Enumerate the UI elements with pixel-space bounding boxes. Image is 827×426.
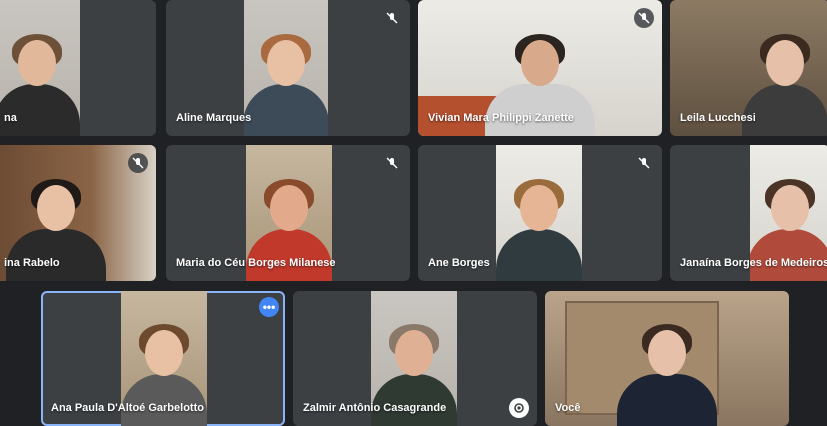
participant-video	[545, 291, 789, 426]
participant-tile-pinned[interactable]: ••• Ana Paula D'Altoé Garbelotto	[41, 291, 285, 426]
participant-name: Você	[555, 402, 581, 414]
participant-name: Ane Borges	[428, 257, 490, 269]
participant-name: Janaína Borges de Medeiros	[680, 257, 827, 269]
participant-figure	[496, 179, 582, 281]
mic-off-icon	[382, 8, 402, 28]
participant-tile[interactable]: Maria do Céu Borges Milanese	[166, 145, 410, 281]
mic-off-icon	[128, 153, 148, 173]
participant-figure	[617, 324, 717, 426]
speaking-indicator-icon	[509, 398, 529, 418]
participant-name: Zalmir Antônio Casagrande	[303, 402, 447, 414]
participant-name: Vivian Mara Philippi Zanette	[428, 112, 574, 124]
participant-tile[interactable]: Leila Lucchesi	[670, 0, 827, 136]
participant-tile[interactable]: Ane Borges	[418, 145, 662, 281]
mic-off-icon	[634, 153, 654, 173]
participant-tile[interactable]: Zalmir Antônio Casagrande	[293, 291, 537, 426]
participant-tile[interactable]: ina Rabelo	[0, 145, 156, 281]
mic-off-icon	[634, 8, 654, 28]
participant-figure	[244, 34, 328, 136]
participant-name: Leila Lucchesi	[680, 112, 756, 124]
participant-video	[496, 145, 582, 281]
participant-name: Ana Paula D'Altoé Garbelotto	[51, 402, 204, 414]
participant-name: Maria do Céu Borges Milanese	[176, 257, 336, 269]
participant-video	[244, 0, 328, 136]
participant-name: na	[4, 112, 17, 124]
participant-tile[interactable]: Vivian Mara Philippi Zanette	[418, 0, 662, 136]
mic-off-icon	[382, 153, 402, 173]
participant-tile[interactable]: Aline Marques	[166, 0, 410, 136]
participant-tile-self[interactable]: Você	[545, 291, 789, 426]
participant-tile[interactable]: na	[0, 0, 156, 136]
participant-tile[interactable]: Janaína Borges de Medeiros	[670, 145, 827, 281]
participant-name: ina Rabelo	[4, 257, 60, 269]
more-options-button[interactable]: •••	[259, 297, 279, 317]
participant-name: Aline Marques	[176, 112, 252, 124]
